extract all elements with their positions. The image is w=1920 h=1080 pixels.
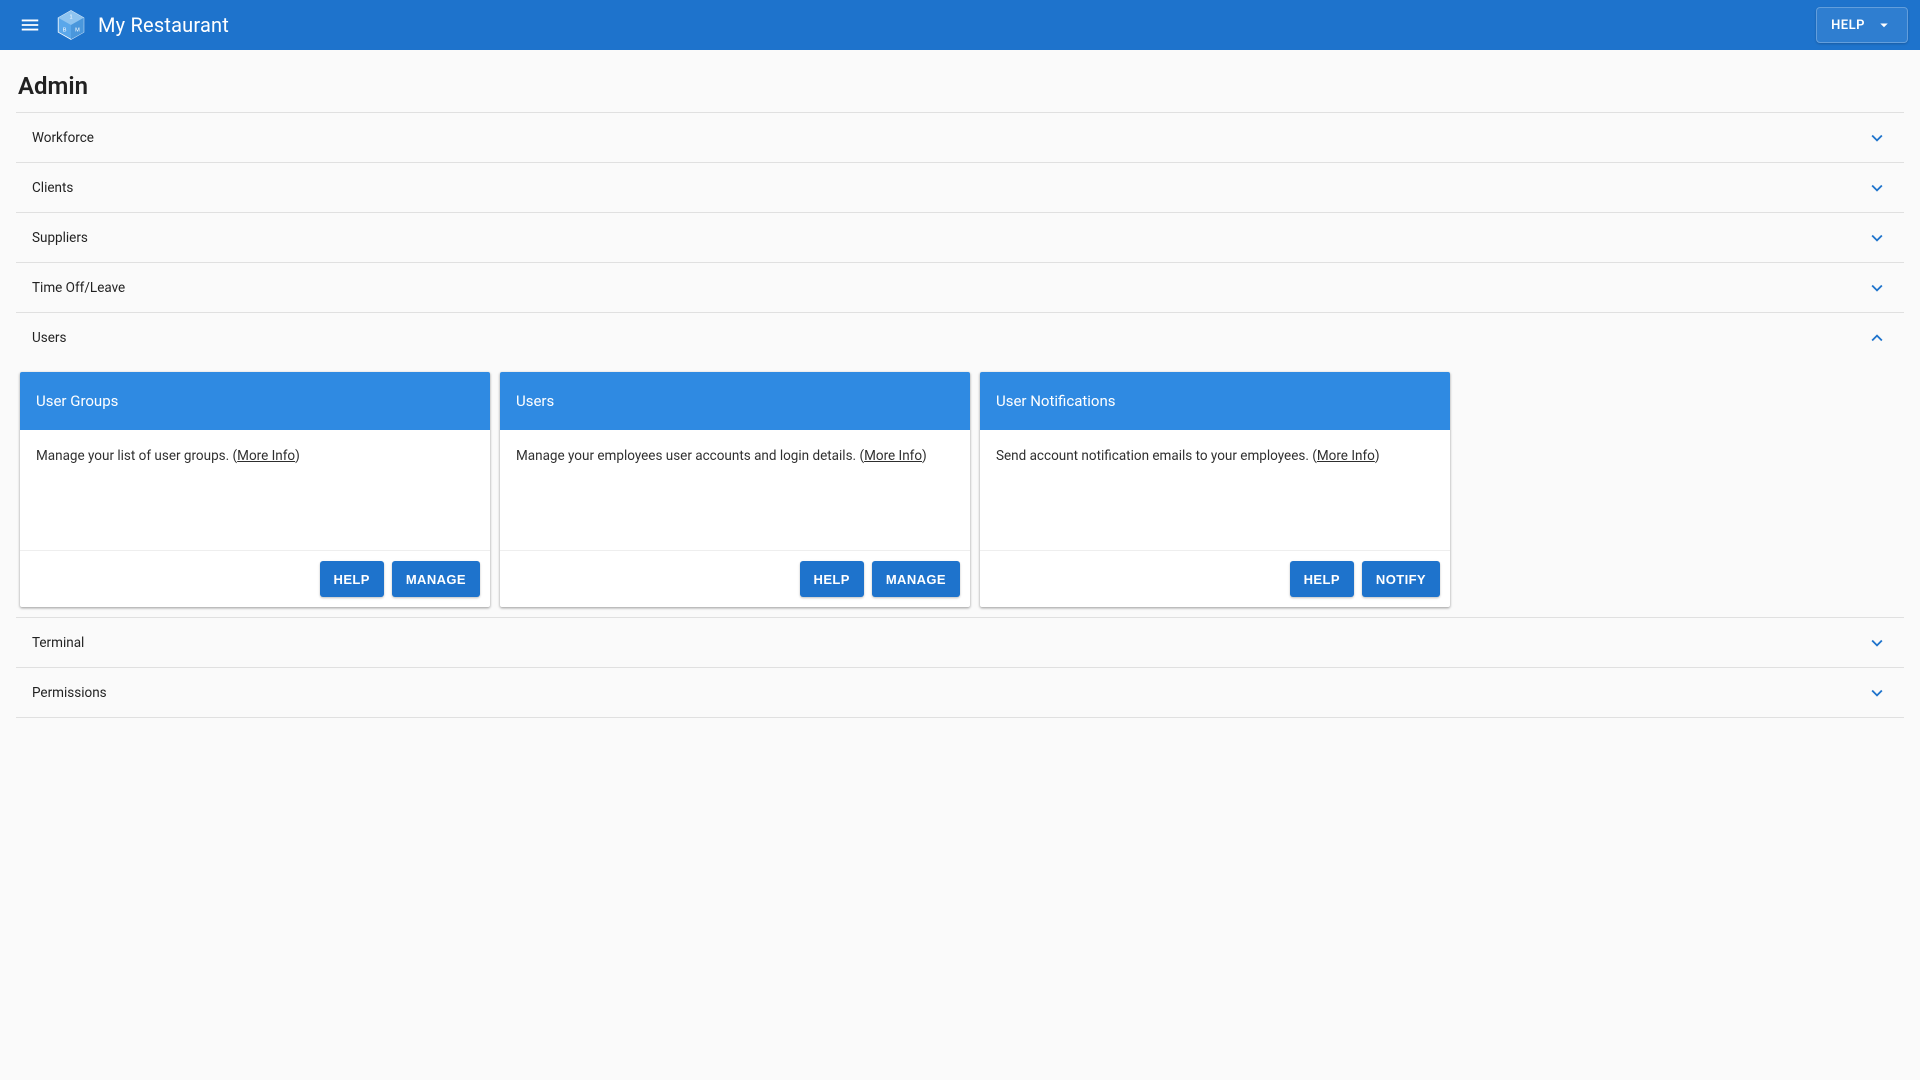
- more-info-link[interactable]: More Info: [1317, 448, 1375, 464]
- accordion-header-label: Workforce: [32, 130, 94, 146]
- card-title: User Notifications: [996, 392, 1116, 410]
- accordion-header-label: Permissions: [32, 685, 107, 701]
- card-user-notifications: User Notifications Send account notificat…: [980, 372, 1450, 607]
- card-header: Users: [500, 372, 970, 430]
- admin-accordion: Workforce Clients Suppliers Time Off/Leave U…: [16, 112, 1904, 718]
- chevron-down-icon: [1866, 682, 1888, 704]
- chevron-up-icon: [1866, 327, 1888, 349]
- hamburger-menu-button[interactable]: [12, 7, 48, 43]
- accordion-item-permissions: Permissions: [16, 668, 1904, 718]
- accordion-item-time-off-leave: Time Off/Leave: [16, 263, 1904, 313]
- svg-text:B: B: [63, 27, 67, 33]
- card-user-notifications-notify-button[interactable]: NOTIFY: [1362, 561, 1440, 597]
- accordion-header-users[interactable]: Users: [16, 313, 1904, 362]
- app-title: My Restaurant: [98, 13, 229, 37]
- accordion-header-label: Suppliers: [32, 230, 88, 246]
- appbar-help-button-label: HELP: [1831, 18, 1865, 33]
- card-user-notifications-help-button[interactable]: HELP: [1290, 561, 1354, 597]
- card-header: User Groups: [20, 372, 490, 430]
- card-description: Manage your employees user accounts and …: [516, 448, 859, 464]
- accordion-header-suppliers[interactable]: Suppliers: [16, 213, 1904, 262]
- card-users-manage-button[interactable]: MANAGE: [872, 561, 960, 597]
- svg-text:1: 1: [69, 15, 72, 21]
- arrow-drop-down-icon: [1875, 16, 1893, 34]
- accordion-header-label: Clients: [32, 180, 73, 196]
- chevron-down-icon: [1866, 227, 1888, 249]
- card-users-help-button[interactable]: HELP: [800, 561, 864, 597]
- app-logo: 1 B M: [54, 8, 88, 42]
- hamburger-icon: [19, 14, 41, 36]
- card-footer: HELPMANAGE: [20, 550, 490, 607]
- accordion-item-users: Users User Groups Manage your list of user…: [16, 313, 1904, 618]
- more-info-link[interactable]: More Info: [864, 448, 922, 464]
- accordion-item-terminal: Terminal: [16, 618, 1904, 668]
- accordion-header-workforce[interactable]: Workforce: [16, 113, 1904, 162]
- chevron-down-icon: [1866, 632, 1888, 654]
- card-user-groups-help-button[interactable]: HELP: [320, 561, 384, 597]
- accordion-header-label: Users: [32, 330, 66, 346]
- card-description: Manage your list of user groups.: [36, 448, 233, 464]
- svg-text:M: M: [75, 27, 80, 33]
- accordion-header-label: Terminal: [32, 635, 84, 651]
- accordion-header-terminal[interactable]: Terminal: [16, 618, 1904, 667]
- card-footer: HELPMANAGE: [500, 550, 970, 607]
- appbar-help-button[interactable]: HELP: [1816, 7, 1908, 43]
- card-description: Send account notification emails to your…: [996, 448, 1312, 464]
- card-body: Manage your employees user accounts and …: [500, 430, 970, 550]
- card-title: Users: [516, 392, 554, 410]
- card-header: User Notifications: [980, 372, 1450, 430]
- more-info-link[interactable]: More Info: [237, 448, 295, 464]
- card-body: Manage your list of user groups. (More I…: [20, 430, 490, 550]
- card-title: User Groups: [36, 392, 118, 410]
- users-cards-row: User Groups Manage your list of user grou…: [16, 362, 1904, 617]
- card-footer: HELPNOTIFY: [980, 550, 1450, 607]
- page-title: Admin: [18, 72, 1904, 100]
- accordion-item-suppliers: Suppliers: [16, 213, 1904, 263]
- chevron-down-icon: [1866, 127, 1888, 149]
- accordion-header-time-off-leave[interactable]: Time Off/Leave: [16, 263, 1904, 312]
- main-content: Admin Workforce Clients Suppliers Time Off/…: [0, 50, 1920, 736]
- card-user-groups: User Groups Manage your list of user grou…: [20, 372, 490, 607]
- chevron-down-icon: [1866, 177, 1888, 199]
- accordion-header-clients[interactable]: Clients: [16, 163, 1904, 212]
- appbar: 1 B M My Restaurant HELP: [0, 0, 1920, 50]
- chevron-down-icon: [1866, 277, 1888, 299]
- accordion-item-clients: Clients: [16, 163, 1904, 213]
- card-users: Users Manage your employees user accounts…: [500, 372, 970, 607]
- card-body: Send account notification emails to your…: [980, 430, 1450, 550]
- accordion-header-permissions[interactable]: Permissions: [16, 668, 1904, 717]
- card-user-groups-manage-button[interactable]: MANAGE: [392, 561, 480, 597]
- accordion-item-workforce: Workforce: [16, 113, 1904, 163]
- accordion-header-label: Time Off/Leave: [32, 280, 125, 296]
